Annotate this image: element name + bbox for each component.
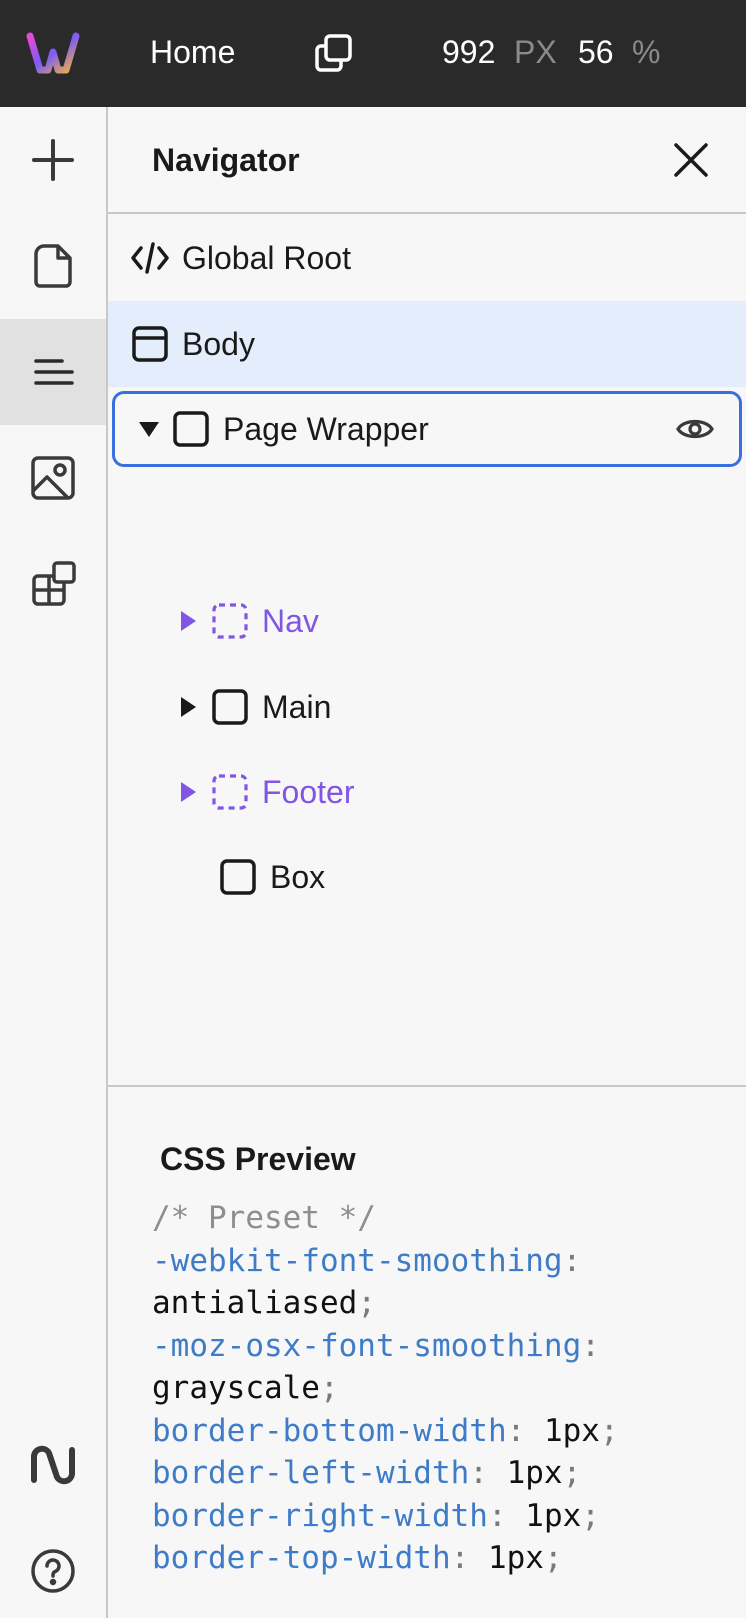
panel-title: Navigator <box>152 142 300 178</box>
pages-button[interactable] <box>0 213 106 319</box>
css-value: 1px <box>487 1540 544 1576</box>
tree-item-label: Main <box>262 689 332 725</box>
eye-icon[interactable] <box>675 409 715 449</box>
tree-item-label: Global Root <box>182 240 351 276</box>
css-value: 1px <box>525 1497 582 1534</box>
canvas-width-unit: PX <box>514 34 557 70</box>
copy-icon[interactable] <box>314 33 354 73</box>
tree-item-box[interactable]: Box <box>108 834 746 920</box>
tree-item-label: Page Wrapper <box>223 411 429 447</box>
help-button[interactable] <box>0 1518 106 1618</box>
components-button[interactable] <box>0 531 106 637</box>
navigator-icon <box>34 359 74 385</box>
tree-item-label: Body <box>182 326 255 362</box>
canvas-width-value[interactable]: 992 <box>442 30 495 74</box>
css-property: border-top-width <box>152 1540 451 1576</box>
plus-icon <box>32 139 74 181</box>
tree-item-footer[interactable]: Footer <box>108 749 746 835</box>
navigator-panel: Navigator Global Root Body Page Wrapper <box>108 107 746 1618</box>
assets-button[interactable] <box>0 425 106 531</box>
navigator-header: Navigator <box>108 107 746 214</box>
left-rail <box>0 107 108 1618</box>
divider <box>108 1085 746 1087</box>
caret-right-icon[interactable] <box>176 780 200 804</box>
top-bar: Home 992 PX 56 % <box>0 0 746 107</box>
tree-item-main[interactable]: Main <box>108 664 746 750</box>
close-button[interactable] <box>668 137 714 183</box>
css-property: border-right-width <box>152 1497 488 1534</box>
box-icon <box>220 859 256 895</box>
css-property: border-bottom-width <box>152 1412 507 1449</box>
close-icon <box>674 143 708 177</box>
tree-item-label: Box <box>270 859 326 895</box>
tree-item-label: Nav <box>262 603 319 639</box>
css-property: -webkit-font-smoothing <box>152 1242 563 1279</box>
css-value: grayscale <box>152 1370 320 1406</box>
help-icon <box>31 1549 75 1593</box>
css-value: 1px <box>543 1412 600 1449</box>
zoom-unit: % <box>632 34 661 70</box>
css-property: -moz-osx-font-smoothing <box>152 1327 582 1364</box>
css-property: border-left-width <box>152 1455 470 1491</box>
brand-button[interactable] <box>0 1412 106 1518</box>
zoom-value[interactable]: 56 <box>578 30 614 74</box>
navigator-button[interactable] <box>0 319 106 425</box>
tree-item-label: Footer <box>262 774 355 810</box>
image-icon <box>31 456 75 500</box>
caret-down-icon[interactable] <box>137 417 161 441</box>
code-icon <box>131 242 169 274</box>
box-icon <box>173 411 209 447</box>
components-icon <box>32 561 76 606</box>
slot-icon <box>212 774 248 810</box>
page-name[interactable]: Home <box>150 30 235 74</box>
css-preview-title: CSS Preview <box>160 1141 356 1177</box>
caret-right-icon[interactable] <box>176 609 200 633</box>
tree-item-global-root[interactable]: Global Root <box>108 215 746 301</box>
css-comment: /* Preset */ <box>152 1200 376 1236</box>
css-value: antialiased <box>152 1285 358 1321</box>
tree-item-body[interactable]: Body <box>108 301 746 387</box>
tree-item-nav[interactable]: Nav <box>108 578 746 664</box>
css-preview-code: /* Preset */ -webkit-font-smoothing: ant… <box>152 1197 619 1580</box>
tree-item-page-wrapper[interactable]: Page Wrapper <box>112 391 742 467</box>
add-button[interactable] <box>0 107 106 213</box>
slot-icon <box>212 603 248 639</box>
css-value: 1px <box>506 1455 563 1491</box>
page-icon <box>34 244 72 288</box>
caret-right-icon[interactable] <box>176 695 200 719</box>
logo-mark-icon <box>31 1445 75 1485</box>
box-icon <box>212 689 248 725</box>
webstudio-logo-icon[interactable] <box>26 30 80 76</box>
body-icon <box>132 326 168 362</box>
